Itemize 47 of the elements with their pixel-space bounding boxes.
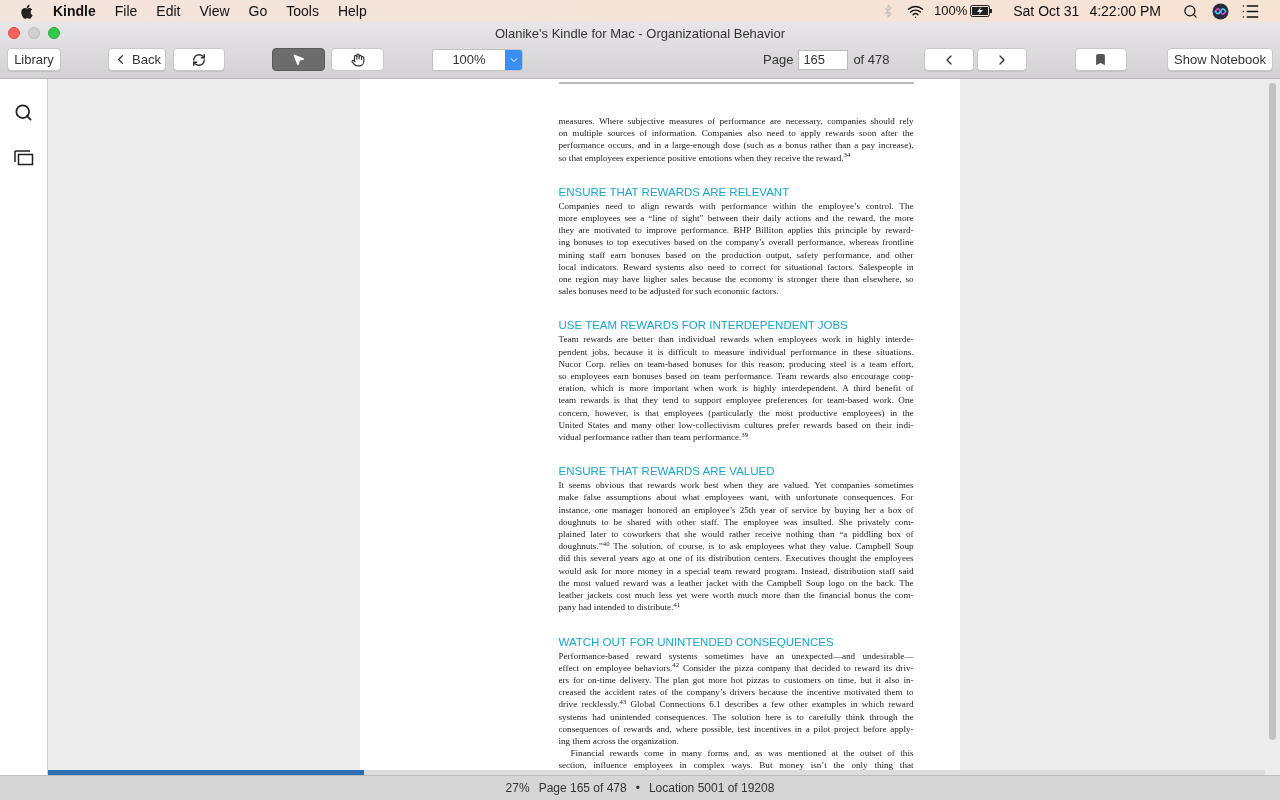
menu-item[interactable]: Edit xyxy=(156,0,181,22)
layers-icon[interactable] xyxy=(13,150,34,166)
separator-dot: • xyxy=(635,780,640,797)
battery-percent: 100% xyxy=(934,2,968,21)
show-notebook-button[interactable]: Show Notebook xyxy=(1167,48,1273,71)
page-position: Page 165 of 478 xyxy=(538,780,627,797)
paragraph: Financial rewards come in many forms and, as was mentioned at the outset of this section, influence employees in complex ways. But money isn’t the only thing that xyxy=(558,747,914,770)
menu-item[interactable]: File xyxy=(114,0,138,22)
bookmark-button[interactable] xyxy=(1074,48,1127,71)
sync-button[interactable] xyxy=(173,48,225,71)
app-menu[interactable]: Kindle xyxy=(53,0,96,22)
menu-item[interactable]: View xyxy=(199,0,230,22)
sync-icon xyxy=(192,52,206,67)
back-button[interactable]: Back xyxy=(108,48,166,71)
siri-icon[interactable] xyxy=(1212,2,1229,20)
pointer-icon xyxy=(292,53,305,66)
menu-clock[interactable]: 4:22:00 PM xyxy=(1089,0,1161,22)
menu-item[interactable]: Tools xyxy=(286,0,319,22)
location-position: Location 5001 of 19208 xyxy=(648,780,775,797)
section-heading: ENSURE THAT REWARDS ARE RELEVANT xyxy=(558,184,791,199)
page-label: Page xyxy=(763,50,794,69)
scrollbar-thumb[interactable] xyxy=(1269,83,1276,740)
page-field[interactable]: 165 xyxy=(798,49,849,70)
window-title: Olanike's Kindle for Mac - Organizational Behavior xyxy=(494,24,786,43)
close-button[interactable] xyxy=(8,27,20,39)
zoom-select[interactable]: 100% xyxy=(432,48,523,71)
paragraph: It seems obvious that rewards work best when they are valued. Yet companies sometimes make false assumptions about what employees want, with unfortunate consequences. For instance, one manager honored an employee’s 25th year of service by buying her a box of doughnuts to be shared with other staff. The employee was insulted. She privately com- plained later to coworkers that she would rather receive nothing than “a piddling box of doughnuts.”$^{40}$ The solution, of course, is to ask employees what they value. Campbell Soup did this several years ago at one of its distribution centers. Executives thought the employees would ask for more money in a special team reward program. Instead, distribution staff said the most valued reward was a leather jacket with the Campbell Soup logo on the back. The leather jackets cost much less yet were worth much more than the financial bonus the com- pany had intended to distribute.$^{41}$ xyxy=(558,479,914,614)
percent-read: 27% xyxy=(505,780,530,797)
paragraph: Companies need to align rewards with performance within the employee’s control. The more employees see a “line of sight” between their daily actions and the reward, the more they are motivated to improve performance. BHP Billiton applies this principle by reward- ing bonuses to top executives based on the company’s overall performance, whereas frontline mining staff earn bonuses based on the production output, safety performance, and other local indicators. Reward systems also need to correct for situational factors. Salespeople in one region may have higher sales because the economy is stronger there than elsewhere, so sales bonuses need to be adjusted for such economic factors. xyxy=(558,199,914,298)
hand-icon xyxy=(350,52,365,67)
search-icon[interactable] xyxy=(14,103,33,122)
paragraph: Team rewards are better than individual rewards when employees work in highly interde- pendent jobs, because it is difficult to measure individual performance in these situations. Nucor Corp. relies on team-based bonuses for this reason; producing steel is a team effort, so employees earn bonuses based on team performance. Team rewards also encourage coop- eration, which is more important when work is highly interdependent. A third benefit of team rewards is that they tend to support employee preferences for team-based work. One concern, however, is that employees (particularly the most productive employees) in the United States and many other low-collectivism cultures prefer rewards based on their indi- vidual performance rather than team performance.$^{39}$ xyxy=(558,333,914,444)
paragraph: measures. Where subjective measures of performance are necessary, companies should rely on multiple sources of information. Companies also need to apply rewards soon after the performance occurs, and in a large-enough dose (such as a bonus rather than a pay increase), so that employees experience positive emotions when they receive the reward.$^{34}$ xyxy=(558,115,914,164)
bookmark-icon xyxy=(1094,53,1108,66)
menu-date[interactable]: Sat Oct 31 xyxy=(1013,0,1080,22)
section-heading: USE TEAM REWARDS FOR INTERDEPENDENT JOBS xyxy=(558,318,849,333)
tool-button[interactable] xyxy=(272,48,325,71)
section-heading: ENSURE THAT REWARDS ARE VALUED xyxy=(558,464,776,479)
library-button[interactable]: Library xyxy=(7,48,61,71)
paragraph: Performance-based reward systems sometimes have an unexpected—and undesirable— effect on employee behaviors.$^{42}$ Consider the pizza company that decided to reward its driv- ers for on-time delivery. The plan got more hot pizzas to customers on time, but it also in- creased the accident rates of the company’s drivers because the incentive motivated them to drive recklessly.$^{43}$ Global Connections 6.1 describes a few other examples in which reward systems had unintended consequences. The solution here is to carefully think through the consequences of rewards and, where possible, test incentives in a pilot project before apply- ing them across the organization. xyxy=(558,649,914,748)
apple-logo-icon[interactable] xyxy=(20,3,33,19)
section-heading: WATCH OUT FOR UNINTENDED CONSEQUENCES xyxy=(558,634,835,649)
menu-item[interactable]: Go xyxy=(248,0,268,22)
page-total: of 478 xyxy=(853,50,890,69)
search-icon[interactable] xyxy=(1183,3,1198,19)
battery-icon[interactable] xyxy=(970,5,994,17)
menu-item[interactable]: Help xyxy=(337,0,367,22)
